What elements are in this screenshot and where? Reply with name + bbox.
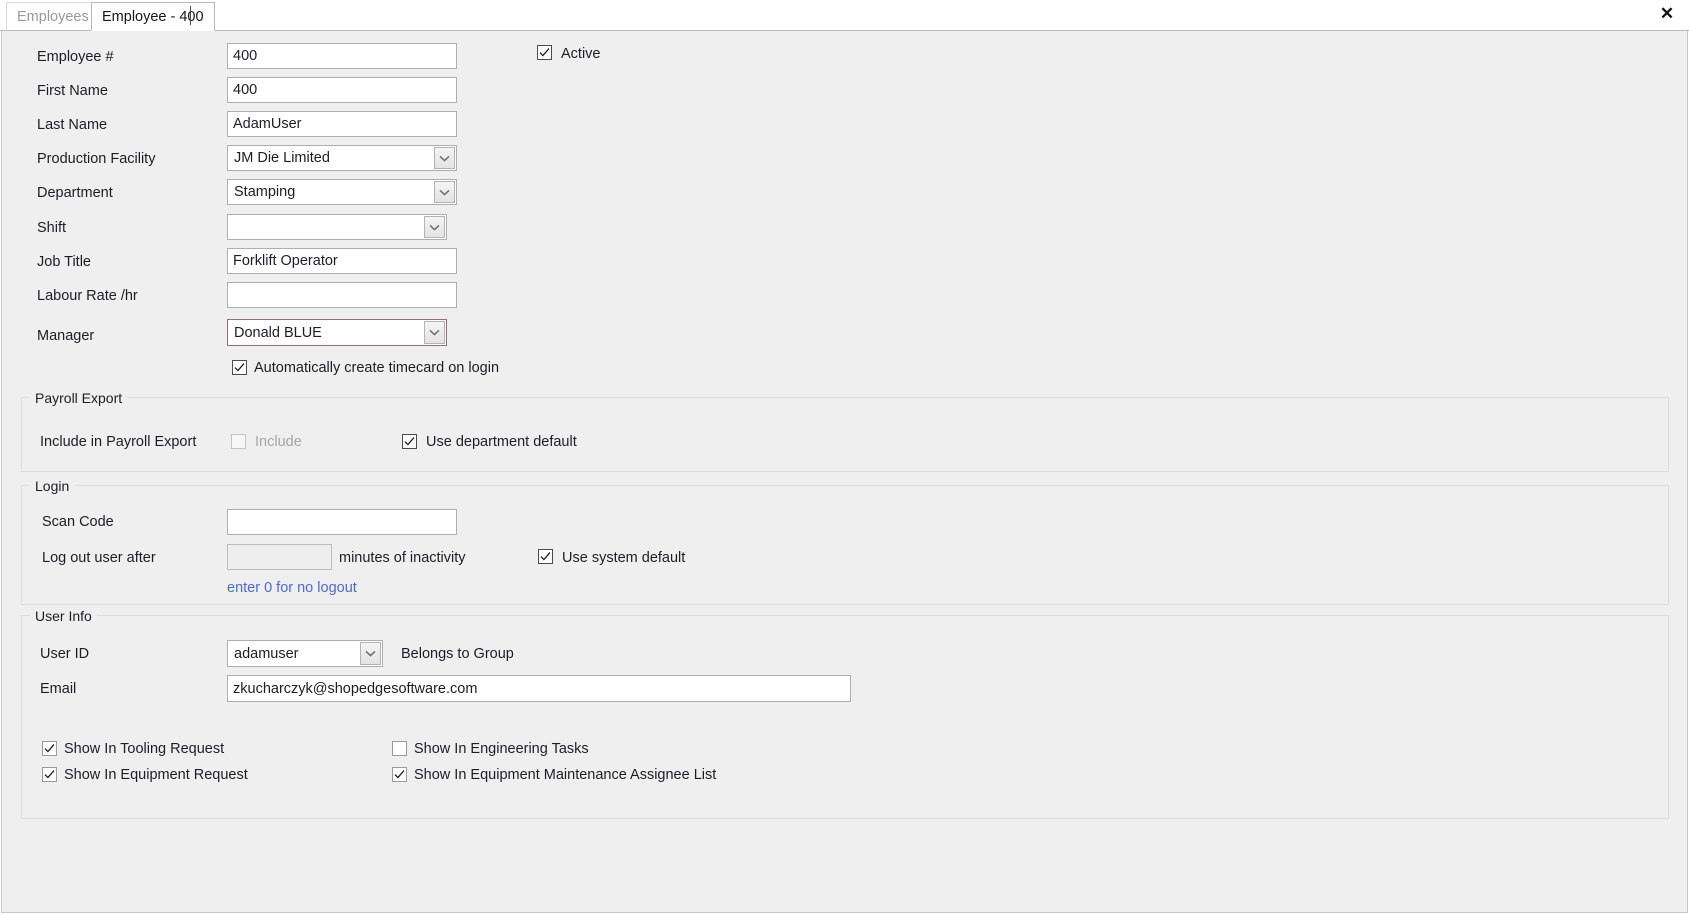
include-checkbox[interactable] <box>231 434 246 449</box>
label-scan-code: Scan Code <box>42 514 114 530</box>
label-job-title: Job Title <box>37 254 91 270</box>
label-first-name: First Name <box>37 83 108 99</box>
check-icon <box>234 363 245 372</box>
chevron-down-icon[interactable] <box>424 321 445 344</box>
label-last-name: Last Name <box>37 117 108 133</box>
show-in-equipment-maintenance-assignee-checkbox[interactable] <box>392 767 407 782</box>
show-in-engineering-tasks-checkbox[interactable] <box>392 741 407 756</box>
close-icon[interactable]: ✕ <box>1655 2 1679 26</box>
label-manager: Manager <box>37 328 95 344</box>
user-id-value: adamuser <box>234 645 299 662</box>
label-user-id: User ID <box>40 646 90 662</box>
active-checkbox[interactable] <box>537 45 552 60</box>
check-icon <box>394 770 405 779</box>
employee-detail-window: Employees Employee - 400 ✕ Employee # Ac… <box>0 0 1689 914</box>
tab-employee-400[interactable]: Employee - 400 <box>91 2 215 31</box>
user-id-select[interactable]: adamuser <box>227 640 383 667</box>
belongs-to-group-label: Belongs to Group <box>401 646 514 662</box>
job-title-input[interactable] <box>227 248 457 274</box>
check-icon <box>44 744 55 753</box>
labour-rate-input[interactable] <box>227 282 457 308</box>
show-in-engineering-tasks-label: Show In Engineering Tasks <box>414 741 589 757</box>
shift-select[interactable] <box>227 214 447 240</box>
show-in-equipment-request-label: Show In Equipment Request <box>64 767 248 783</box>
include-in-payroll-export-label: Include in Payroll Export <box>40 434 197 450</box>
form-body: Employee # Active First Name Last Name P… <box>1 31 1688 913</box>
production-facility-select[interactable]: JM Die Limited <box>227 145 457 171</box>
label-production-facility: Production Facility <box>37 151 156 167</box>
scan-code-input[interactable] <box>227 509 457 535</box>
manager-select[interactable]: Donald BLUE <box>227 319 447 346</box>
show-in-equipment-request-checkbox[interactable] <box>42 767 57 782</box>
chevron-down-icon[interactable] <box>360 642 381 665</box>
label-logout-after: Log out user after <box>42 550 156 566</box>
show-in-tooling-request-checkbox[interactable] <box>42 741 57 756</box>
department-value: Stamping <box>234 184 296 200</box>
use-department-default-label: Use department default <box>426 434 577 450</box>
label-labour-rate: Labour Rate /hr <box>37 288 138 304</box>
production-facility-value: JM Die Limited <box>234 150 330 166</box>
logout-after-input[interactable] <box>227 544 332 570</box>
auto-timecard-checkbox[interactable] <box>232 360 247 375</box>
minutes-of-inactivity-label: minutes of inactivity <box>339 550 466 566</box>
show-in-equipment-maintenance-assignee-label: Show In Equipment Maintenance Assignee L… <box>414 767 717 783</box>
tab-employees[interactable]: Employees <box>6 2 100 31</box>
department-select[interactable]: Stamping <box>227 179 457 205</box>
auto-timecard-label: Automatically create timecard on login <box>254 360 500 376</box>
check-icon <box>44 770 55 779</box>
email-input[interactable] <box>227 675 851 702</box>
chevron-down-icon[interactable] <box>434 181 455 203</box>
login-legend: Login <box>30 478 75 494</box>
last-name-input[interactable] <box>227 111 457 137</box>
first-name-input[interactable] <box>227 77 457 103</box>
label-shift: Shift <box>37 220 67 236</box>
user-info-legend: User Info <box>30 608 97 624</box>
check-icon <box>540 552 551 561</box>
check-icon <box>539 48 550 57</box>
manager-value: Donald BLUE <box>234 324 322 341</box>
logout-hint-text: enter 0 for no logout <box>227 580 357 596</box>
use-system-default-checkbox[interactable] <box>538 549 553 564</box>
tab-employees-label: Employees <box>17 9 89 25</box>
use-system-default-label: Use system default <box>562 550 686 566</box>
chevron-down-icon[interactable] <box>424 216 445 238</box>
label-department: Department <box>37 185 113 201</box>
employee-number-input[interactable] <box>227 43 457 69</box>
tab-caret <box>190 6 191 25</box>
chevron-down-icon[interactable] <box>434 147 455 169</box>
tab-strip: Employees Employee - 400 ✕ <box>0 0 1689 31</box>
include-label: Include <box>255 434 302 450</box>
payroll-export-legend: Payroll Export <box>30 390 128 406</box>
show-in-tooling-request-label: Show In Tooling Request <box>64 741 225 757</box>
active-label: Active <box>561 46 601 62</box>
use-department-default-checkbox[interactable] <box>402 434 417 449</box>
label-email: Email <box>40 681 77 697</box>
check-icon <box>404 437 415 446</box>
label-employee-number: Employee # <box>37 49 114 65</box>
tab-employee-400-label: Employee - 400 <box>102 9 204 25</box>
